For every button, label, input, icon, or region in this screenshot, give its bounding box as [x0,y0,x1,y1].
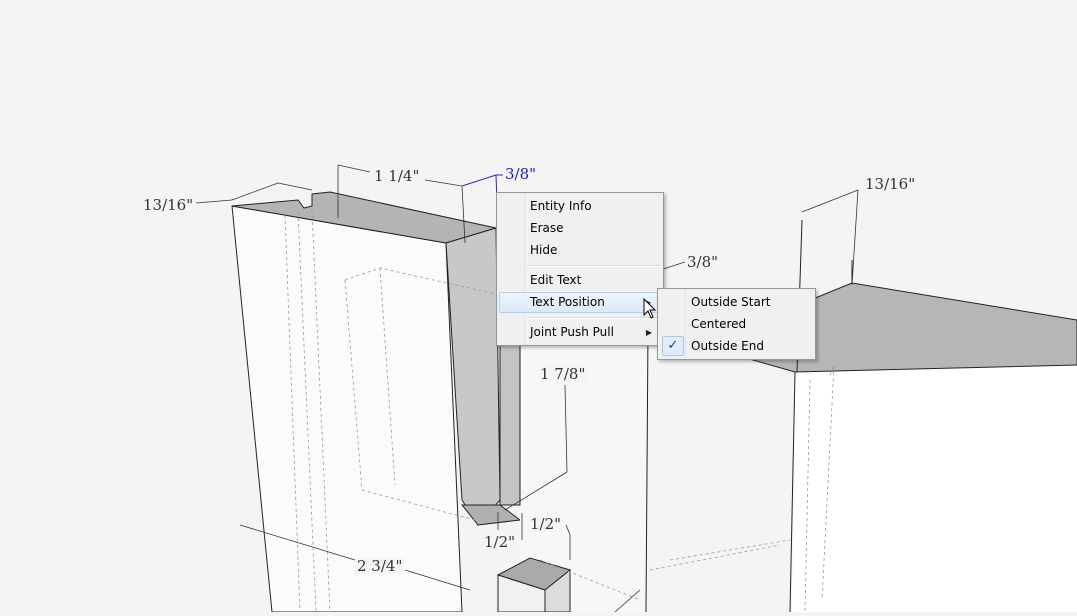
menu-item-text-position[interactable]: Text Position ▶ [499,292,661,313]
dimension-label-13-16-right[interactable]: 13/16" [863,176,918,192]
mouse-cursor-icon [643,298,657,319]
menu-item-label: Text Position [530,295,605,309]
menu-item-label: Hide [530,243,558,257]
submenu-item-outside-end[interactable]: ✓ Outside End [660,336,813,357]
submenu-item-centered[interactable]: Centered [660,314,813,335]
submenu-arrow-icon: ▶ [645,328,652,337]
dimension-label-1-2-left[interactable]: 1/2" [482,534,518,550]
menu-item-label: Joint Push Pull [530,325,614,339]
context-menu: Entity Info Erase Hide Edit Text Text Po… [496,192,664,346]
menu-item-erase[interactable]: Erase [499,218,661,239]
menu-item-label: Edit Text [530,273,582,287]
text-position-submenu: Outside Start Centered ✓ Outside End [657,288,816,360]
submenu-item-label: Centered [691,317,747,331]
left-panel-front [231,205,463,613]
dimension-label-13-16-left[interactable]: 13/16" [141,197,196,213]
menu-item-label: Entity Info [530,199,592,213]
menu-item-joint-push-pull[interactable]: Joint Push Pull ▶ [499,322,661,343]
dimension-label-3-8-mid[interactable]: 3/8" [685,254,721,270]
menu-separator [527,265,661,267]
check-icon: ✓ [662,336,684,356]
dimension-label-1-1-4[interactable]: 1 1/4" [372,168,422,184]
dimension-label-2-3-4[interactable]: 2 3/4" [355,558,405,574]
dimension-label-3-8-selected[interactable]: 3/8" [503,166,538,182]
right-panel-front [792,365,1077,612]
menu-item-hide[interactable]: Hide [499,240,661,261]
submenu-item-label: Outside Start [691,295,771,309]
menu-separator [527,317,661,319]
menu-item-label: Erase [530,221,564,235]
dimension-label-1-2-right[interactable]: 1/2" [528,516,564,532]
dimension-label-1-7-8[interactable]: 1 7/8" [538,366,588,382]
submenu-item-outside-start[interactable]: Outside Start [660,292,813,313]
tenon-slot [460,504,522,526]
menu-item-entity-info[interactable]: Entity Info [499,196,661,217]
submenu-item-label: Outside End [691,339,764,353]
menu-item-edit-text[interactable]: Edit Text [499,270,661,291]
